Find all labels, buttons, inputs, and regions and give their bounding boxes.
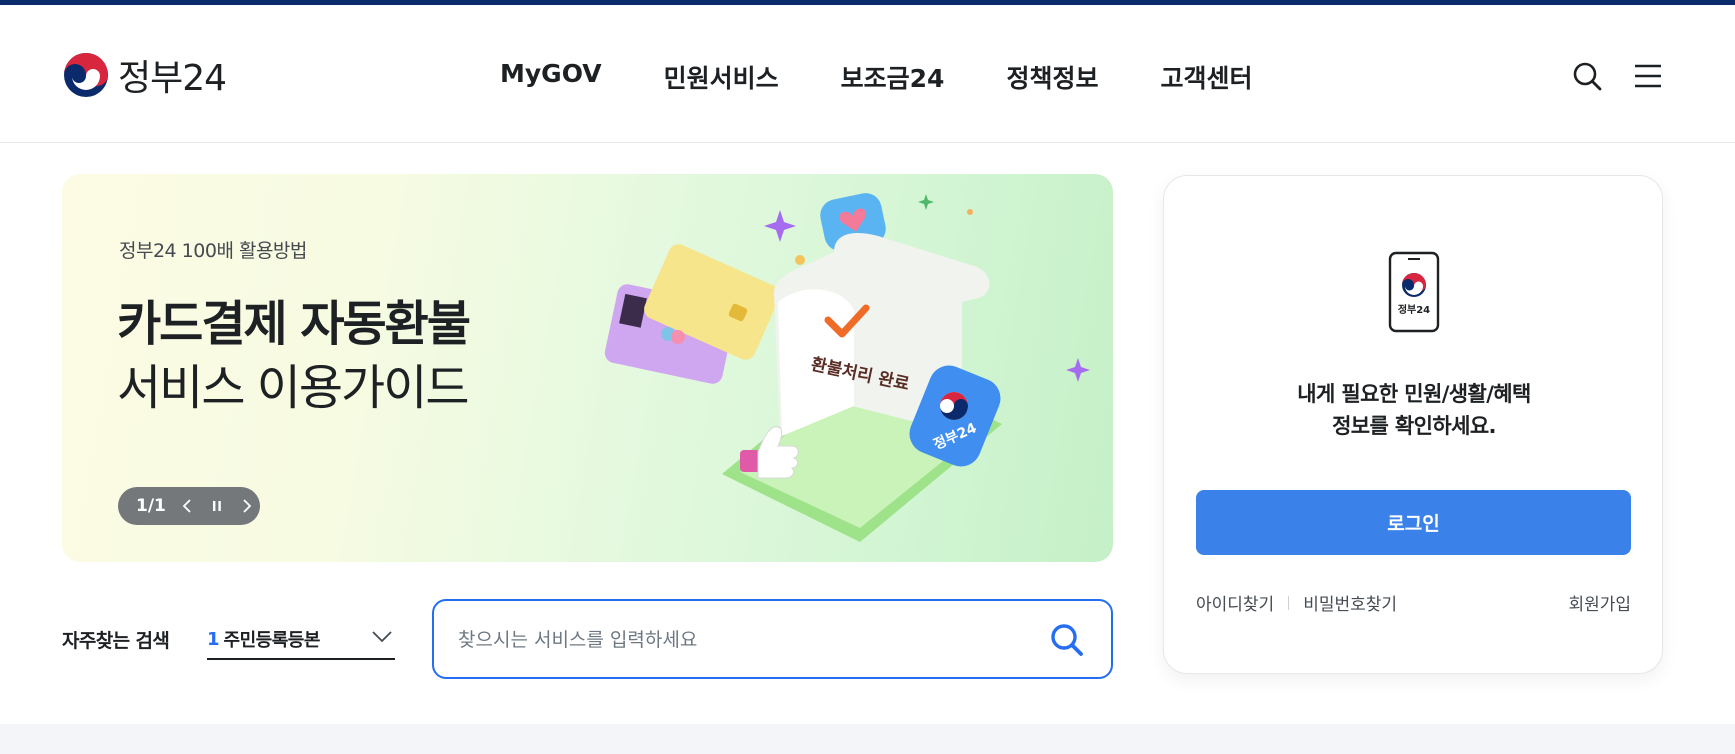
login-message: 내게 필요한 민원/생활/혜택 정보를 확인하세요. [1164, 378, 1664, 442]
next-section-background [0, 724, 1735, 754]
find-password-link[interactable]: 비밀번호찾기 [1303, 590, 1397, 615]
site-logo[interactable]: 정부24 [62, 50, 227, 100]
chevron-left-icon [182, 499, 191, 513]
pause-icon [212, 501, 221, 511]
slide-counter: 1/1 [136, 496, 166, 516]
chevron-right-icon [243, 499, 252, 513]
login-button[interactable]: 로그인 [1196, 490, 1631, 555]
main-banner[interactable]: 정부24 100배 활용방법 카드결제 자동환불 서비스 이용가이드 1/1 환… [62, 174, 1113, 562]
frequent-search-label: 자주찾는 검색 [62, 630, 170, 652]
phone-icon-label: 정부24 [1398, 303, 1430, 316]
banner-title-light: 서비스 이용가이드 [117, 360, 470, 416]
search-submit-icon[interactable] [1048, 621, 1086, 659]
frequent-search-dropdown[interactable]: 1 주민등록등본 [207, 620, 395, 660]
login-message-line1: 내게 필요한 민원/생활/혜택 [1297, 382, 1531, 406]
search-icon[interactable] [1571, 60, 1603, 92]
banner-illustration: 환불처리 완료 정부24 [604, 193, 1090, 542]
banner-title-bold: 카드결제 자동환불 [117, 296, 471, 352]
frequent-search-rank: 1 [207, 628, 220, 650]
nav-item-civil-service[interactable]: 민원서비스 [664, 59, 779, 95]
nav-item-customer-center[interactable]: 고객센터 [1160, 59, 1252, 95]
nav-item-mygov[interactable]: MyGOV [500, 59, 602, 95]
pause-slide-button[interactable] [208, 497, 226, 515]
slide-controls: 1/1 [118, 487, 260, 525]
service-search-box [432, 599, 1113, 679]
login-card: 정부24 내게 필요한 민원/생활/혜택 정보를 확인하세요. 로그인 아이디찾… [1163, 175, 1663, 674]
login-links: 아이디찾기 비밀번호찾기 회원가입 [1196, 590, 1631, 615]
mobile-phone-icon: 정부24 [1388, 251, 1440, 333]
login-message-line2: 정보를 확인하세요. [1332, 414, 1496, 438]
find-id-link[interactable]: 아이디찾기 [1196, 590, 1274, 615]
menu-icon[interactable] [1632, 60, 1664, 92]
prev-slide-button[interactable] [178, 497, 196, 515]
link-divider [1288, 595, 1290, 610]
next-slide-button[interactable] [238, 497, 256, 515]
frequent-search-value: 주민등록등본 [223, 630, 321, 651]
banner-subtitle: 정부24 100배 활용방법 [119, 240, 307, 262]
logo-text: 정부24 [118, 58, 227, 99]
nav-item-policy-info[interactable]: 정책정보 [1006, 59, 1098, 95]
signup-link[interactable]: 회원가입 [1568, 590, 1631, 615]
service-search-input[interactable] [458, 621, 1018, 659]
site-header: 정부24 MyGOV 민원서비스 보조금24 정책정보 고객센터 [0, 5, 1735, 143]
chevron-down-icon [372, 631, 392, 643]
main-nav: MyGOV 민원서비스 보조금24 정책정보 고객센터 [500, 59, 1252, 95]
taegeuk-logo-icon [64, 53, 108, 97]
nav-item-subsidy24[interactable]: 보조금24 [841, 59, 945, 95]
